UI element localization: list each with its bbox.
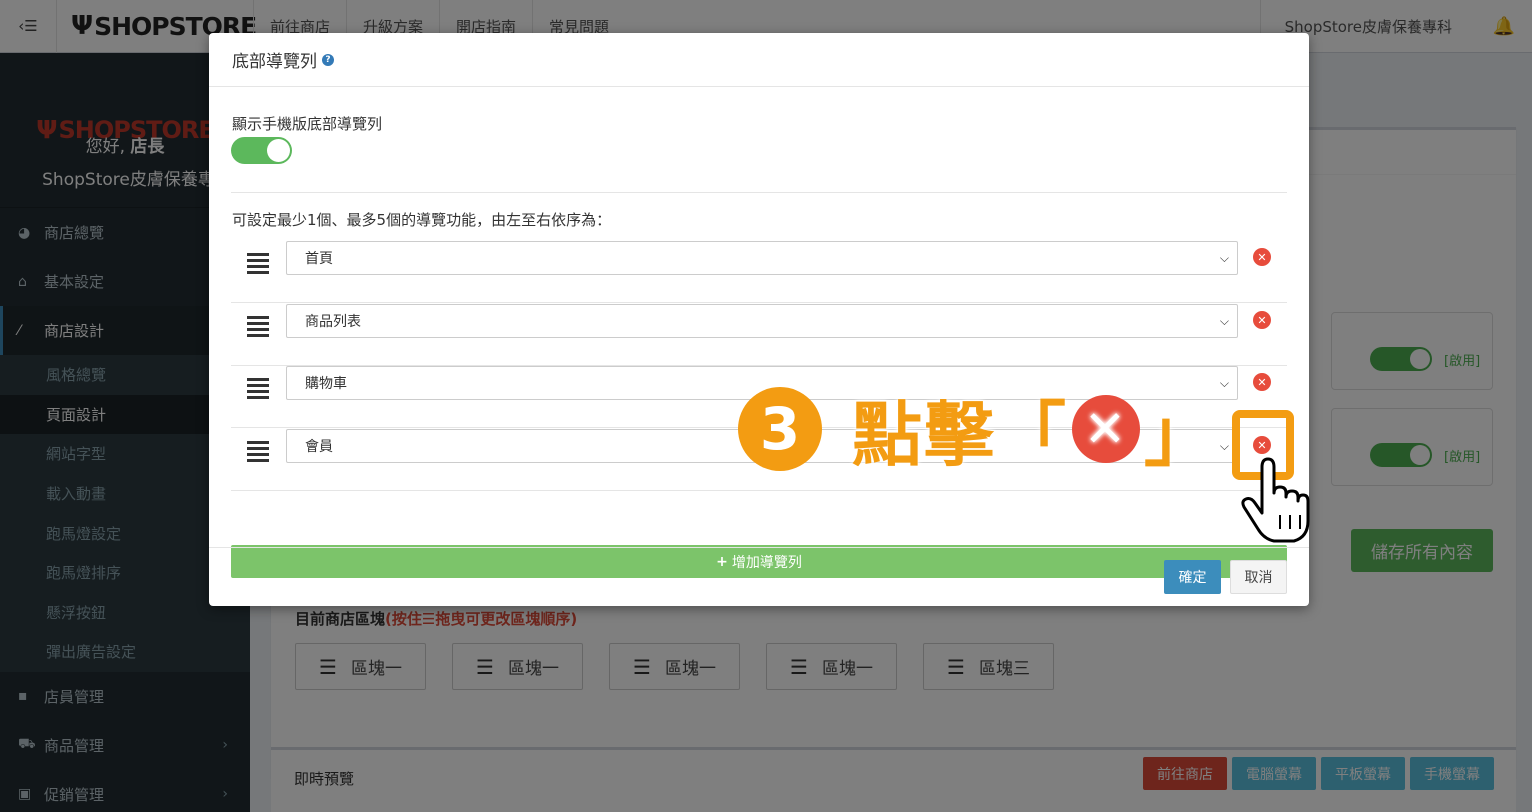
annotation-open-bracket: 「 xyxy=(996,393,1068,476)
remove-nav-item-button[interactable]: ✕ xyxy=(1253,311,1271,329)
modal-footer: 確定 取消 xyxy=(209,547,1309,606)
step-number-badge: 3 xyxy=(738,387,822,471)
annotation-text: 點擊 「 ✕ 」 xyxy=(852,379,1216,480)
nav-row: 商品列表 ⌵ ✕ xyxy=(231,304,1287,366)
cancel-button[interactable]: 取消 xyxy=(1230,560,1287,594)
chevron-down-icon: ⌵ xyxy=(1219,439,1229,453)
nav-description: 可設定最少1個、最多5個的導覽功能，由左至右依序為： xyxy=(232,211,612,229)
nav-select-value: 會員 xyxy=(305,439,333,455)
drag-handle-icon[interactable] xyxy=(247,316,269,337)
modal-header: 底部導覽列 ? xyxy=(209,33,1309,87)
nav-select-value: 首頁 xyxy=(305,251,333,267)
show-bottom-nav-label: 顯示手機版底部導覽列 xyxy=(232,115,383,133)
remove-nav-item-button[interactable]: ✕ xyxy=(1253,373,1271,391)
annotation-click-text: 點擊 xyxy=(852,393,996,476)
divider xyxy=(231,192,1287,193)
nav-select-value: 商品列表 xyxy=(305,314,361,330)
remove-nav-item-button[interactable]: ✕ xyxy=(1253,248,1271,266)
nav-item-select[interactable]: 首頁 ⌵ xyxy=(286,241,1238,275)
nav-row: 首頁 ⌵ ✕ xyxy=(231,241,1287,303)
nav-select-value: 購物車 xyxy=(305,376,347,392)
toggle-knob xyxy=(267,139,290,162)
drag-handle-icon[interactable] xyxy=(247,253,269,274)
annotation-close-bracket: 」 xyxy=(1144,393,1216,476)
drag-handle-icon[interactable] xyxy=(247,378,269,399)
chevron-down-icon: ⌵ xyxy=(1219,314,1229,328)
chevron-down-icon: ⌵ xyxy=(1219,376,1229,390)
nav-item-select[interactable]: 商品列表 ⌵ xyxy=(286,304,1238,338)
close-icon: ✕ xyxy=(1072,395,1140,463)
modal-title: 底部導覽列 xyxy=(232,52,317,72)
show-bottom-nav-toggle[interactable] xyxy=(231,137,292,164)
tutorial-annotation: 3 點擊 「 ✕ 」 xyxy=(738,387,1216,476)
chevron-down-icon: ⌵ xyxy=(1219,251,1229,265)
confirm-button[interactable]: 確定 xyxy=(1164,560,1221,594)
help-icon[interactable]: ? xyxy=(322,53,334,66)
bottom-nav-modal: 底部導覽列 ? 顯示手機版底部導覽列 可設定最少1個、最多5個的導覽功能，由左至… xyxy=(209,33,1309,606)
drag-handle-icon[interactable] xyxy=(247,441,269,462)
hand-pointer-icon xyxy=(1241,457,1310,543)
